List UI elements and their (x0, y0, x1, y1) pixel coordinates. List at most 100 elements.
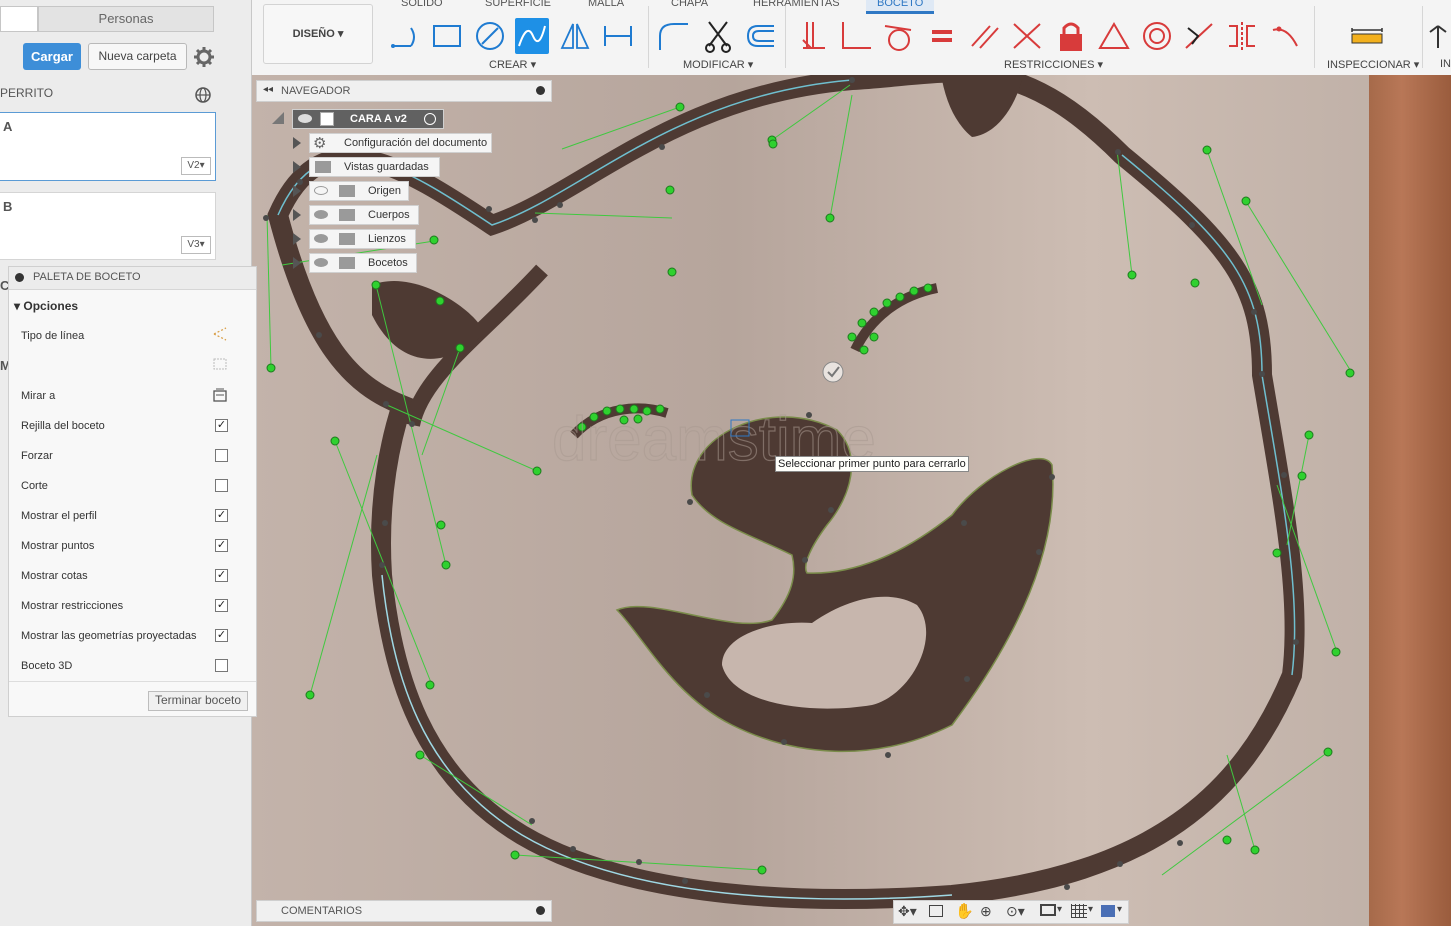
dimension-icon[interactable] (601, 18, 635, 54)
chevron-down-icon[interactable]: ▾ (1057, 904, 1062, 915)
expand-icon[interactable] (293, 233, 301, 245)
tab-surface[interactable]: SUPERFICIE (485, 0, 551, 9)
browser-item-sketches[interactable]: Bocetos (309, 253, 417, 273)
coincident-icon[interactable] (797, 18, 831, 54)
collapse-palette-icon[interactable] (15, 273, 24, 282)
version-dropdown[interactable]: V3▾ (181, 236, 211, 254)
comments-panel-header[interactable]: COMENTARIOS (256, 900, 552, 922)
orbit-icon[interactable]: ✥▾ (898, 903, 917, 920)
checkbox-show-profile[interactable]: ✓ (215, 509, 228, 522)
checkbox-snap[interactable] (215, 449, 228, 462)
new-folder-button[interactable]: Nueva carpeta (88, 43, 187, 70)
look-at-icon[interactable] (929, 905, 943, 917)
divider (9, 681, 256, 682)
eye-icon[interactable] (314, 258, 328, 267)
browser-pin-icon[interactable] (536, 86, 545, 95)
activate-radio-icon[interactable] (424, 113, 436, 125)
circle-icon[interactable] (473, 18, 507, 54)
group-create[interactable]: CREAR ▾ (489, 58, 536, 71)
grid-icon[interactable] (1071, 904, 1087, 918)
offset-icon[interactable] (742, 18, 776, 54)
load-button[interactable]: Cargar (23, 43, 81, 70)
expand-icon[interactable] (293, 161, 301, 173)
pan-hand-icon[interactable]: ✋ (955, 902, 974, 920)
expand-icon[interactable] (293, 137, 301, 149)
curvature-icon[interactable] (1269, 18, 1303, 54)
tab-sketch[interactable]: BOCETO (866, 0, 935, 14)
browser-item-doc-settings[interactable]: ⚙ Configuración del documento (309, 133, 492, 153)
group-insert[interactable]: IN (1440, 58, 1451, 70)
checkbox-show-dimensions[interactable]: ✓ (215, 569, 228, 582)
eye-icon[interactable] (314, 210, 328, 219)
tangent-icon[interactable] (881, 18, 915, 54)
folder-icon (339, 185, 355, 197)
browser-item-saved-views[interactable]: Vistas guardadas (309, 157, 440, 177)
gear-icon[interactable] (193, 46, 215, 68)
group-inspect[interactable]: INSPECCIONAR ▾ (1327, 58, 1419, 71)
insert-icon[interactable] (1428, 18, 1451, 54)
tab-people[interactable]: Personas (38, 6, 214, 32)
line-type-icon[interactable] (212, 326, 228, 342)
expand-icon[interactable] (293, 209, 301, 221)
eye-icon[interactable] (298, 114, 312, 123)
group-modify[interactable]: MODIFICAR ▾ (683, 58, 753, 71)
zoom-icon[interactable]: ⊕ (980, 903, 992, 920)
zoom-window-icon[interactable]: ⊙▾ (1006, 903, 1025, 920)
finish-sketch-button[interactable]: Terminar boceto (148, 691, 248, 711)
version-dropdown[interactable]: V2▾ (181, 157, 211, 175)
checkbox-show-projected[interactable]: ✓ (215, 629, 228, 642)
separator (648, 6, 649, 68)
palette-header[interactable]: PALETA DE BOCETO (9, 267, 256, 290)
triangle-icon[interactable] (1097, 18, 1131, 54)
display-settings-icon[interactable] (1040, 904, 1056, 916)
checkbox-show-constraints[interactable]: ✓ (215, 599, 228, 612)
look-at-icon[interactable] (212, 387, 228, 403)
equal-icon[interactable] (926, 18, 960, 54)
measure-icon[interactable] (1350, 18, 1384, 54)
checkbox-show-points[interactable]: ✓ (215, 539, 228, 552)
perpendicular-icon[interactable] (839, 18, 873, 54)
browser-root-node[interactable]: CARA A v2 (292, 109, 444, 129)
expand-icon[interactable] (293, 185, 301, 197)
browser-panel-header[interactable]: ◂◂ NAVEGADOR (256, 80, 552, 102)
expand-icon[interactable] (293, 257, 301, 269)
rectangle-icon[interactable] (430, 18, 464, 54)
workspace-dropdown[interactable]: DISEÑO ▾ (263, 4, 373, 64)
tree-collapse-icon[interactable] (272, 112, 284, 124)
add-comment-icon[interactable] (536, 906, 545, 915)
mirror-icon[interactable] (558, 18, 592, 54)
eye-hidden-icon[interactable] (314, 186, 328, 195)
chevron-down-icon[interactable]: ▾ (1088, 904, 1093, 915)
file-card-a[interactable]: A V2▾ (0, 112, 216, 181)
group-constraints[interactable]: RESTRICCIONES ▾ (1004, 58, 1103, 71)
tab-solid[interactable]: SÓLIDO (401, 0, 443, 9)
chevron-down-icon[interactable]: ▾ (1117, 904, 1122, 915)
checkbox-slice[interactable] (215, 479, 228, 492)
eye-icon[interactable] (314, 234, 328, 243)
collapse-browser-icon[interactable]: ◂◂ (263, 84, 273, 95)
globe-icon[interactable] (194, 86, 212, 104)
symmetry-icon[interactable] (1225, 18, 1259, 54)
trim-icon[interactable] (701, 18, 735, 54)
spline-icon[interactable] (515, 18, 549, 54)
options-section-header[interactable]: ▾ Opciones (14, 299, 78, 313)
browser-item-canvases[interactable]: Lienzos (309, 229, 416, 249)
tab-sheet-metal[interactable]: CHAPA (671, 0, 708, 9)
tab-mesh[interactable]: MALLA (588, 0, 624, 9)
collinear-icon[interactable] (1010, 18, 1044, 54)
checkbox-sketch-grid[interactable]: ✓ (215, 419, 228, 432)
browser-item-bodies[interactable]: Cuerpos (309, 205, 419, 225)
lock-icon[interactable] (1054, 18, 1088, 54)
sketch-canvas[interactable]: dreamstime (252, 75, 1451, 926)
tab-project[interactable] (0, 6, 38, 32)
checkbox-3d-sketch[interactable] (215, 659, 228, 672)
parallel-icon[interactable] (968, 18, 1002, 54)
concentric-icon[interactable] (1140, 18, 1174, 54)
line-icon[interactable] (387, 18, 421, 54)
midpoint-icon[interactable] (1182, 18, 1216, 54)
file-card-b[interactable]: B V3▾ (0, 192, 216, 260)
viewports-icon[interactable] (1101, 905, 1115, 917)
tab-tools[interactable]: HERRAMIENTAS (753, 0, 840, 9)
browser-item-origin[interactable]: Origen (309, 181, 409, 201)
fillet-icon[interactable] (656, 18, 690, 54)
